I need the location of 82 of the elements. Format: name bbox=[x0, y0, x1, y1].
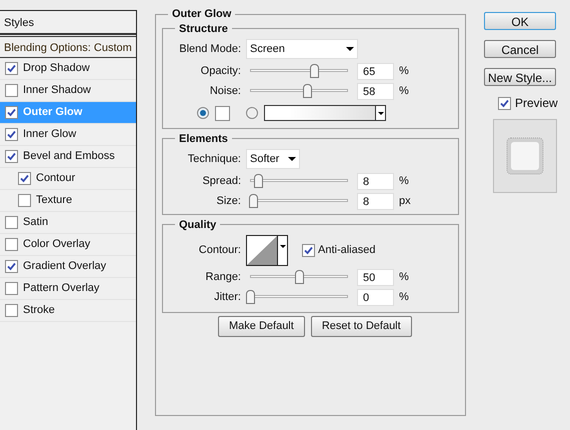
style-list-item[interactable]: Bevel and Emboss bbox=[0, 146, 136, 168]
slider-label: Noise: bbox=[208, 84, 242, 99]
checkbox[interactable] bbox=[5, 260, 18, 273]
value-field[interactable]: 8 bbox=[357, 172, 394, 190]
slider-label: Range: bbox=[204, 270, 242, 285]
field-label: Blend Mode: bbox=[178, 42, 242, 57]
slider-thumb[interactable] bbox=[310, 64, 319, 78]
blending-options-item[interactable]: Blending Options: Custom bbox=[0, 36, 136, 58]
checkbox[interactable] bbox=[18, 194, 31, 207]
style-list-item[interactable]: Contour bbox=[0, 168, 136, 190]
style-list-item[interactable]: Drop Shadow bbox=[0, 58, 136, 80]
slider-label: Jitter: bbox=[213, 290, 242, 305]
style-list-item[interactable]: Inner Glow bbox=[0, 124, 136, 146]
caret-icon bbox=[346, 47, 354, 51]
contour-picker[interactable] bbox=[246, 234, 288, 266]
checkbox-label: Anti-aliased bbox=[318, 242, 376, 258]
checkbox[interactable] bbox=[5, 282, 18, 295]
unit-label: % bbox=[399, 270, 409, 285]
unit-label: % bbox=[399, 84, 409, 99]
radio-button[interactable] bbox=[246, 107, 258, 119]
checkbox[interactable] bbox=[5, 216, 18, 229]
slider-thumb[interactable] bbox=[246, 290, 255, 304]
slider-thumb[interactable] bbox=[254, 174, 263, 188]
checkbox[interactable] bbox=[5, 238, 18, 251]
dialog-button[interactable]: Cancel bbox=[484, 40, 556, 58]
unit-label: % bbox=[399, 290, 409, 305]
dialog-button[interactable]: Reset to Default bbox=[310, 316, 412, 336]
dropdown[interactable]: Screen bbox=[246, 39, 358, 59]
checkbox[interactable] bbox=[5, 304, 18, 317]
dialog-button[interactable]: OK bbox=[484, 12, 556, 30]
contour-curve-icon bbox=[247, 236, 277, 264]
caret-icon bbox=[288, 157, 296, 161]
style-list-item[interactable]: Pattern Overlay bbox=[0, 278, 136, 300]
slider-label: Opacity: bbox=[200, 64, 242, 79]
group-title: Structure bbox=[178, 22, 229, 36]
value-field[interactable]: 58 bbox=[357, 82, 394, 100]
field-label: Technique: bbox=[186, 152, 242, 167]
style-list-item[interactable]: Gradient Overlay bbox=[0, 256, 136, 278]
color-swatch[interactable] bbox=[215, 106, 230, 120]
checkbox[interactable] bbox=[498, 96, 511, 110]
slider-label: Size: bbox=[216, 194, 242, 209]
slider-thumb[interactable] bbox=[295, 270, 304, 284]
checkbox[interactable] bbox=[5, 128, 18, 141]
style-list-item[interactable]: Color Overlay bbox=[0, 234, 136, 256]
field-label: Contour: bbox=[198, 242, 242, 258]
unit-label: px bbox=[399, 194, 411, 209]
dialog-button[interactable]: Make Default bbox=[218, 316, 305, 336]
value-field[interactable]: 0 bbox=[357, 288, 394, 306]
caret-icon bbox=[378, 112, 384, 114]
slider[interactable] bbox=[250, 270, 348, 284]
group-title: Outer Glow bbox=[171, 7, 232, 22]
unit-label: % bbox=[399, 64, 409, 79]
radio-button[interactable] bbox=[197, 107, 209, 119]
slider[interactable] bbox=[250, 84, 348, 98]
value-field[interactable]: 50 bbox=[357, 268, 394, 286]
dialog-button[interactable]: New Style... bbox=[484, 68, 556, 86]
group-title: Elements bbox=[178, 132, 229, 146]
slider-thumb[interactable] bbox=[248, 194, 258, 208]
caret-icon bbox=[280, 244, 286, 248]
checkbox[interactable] bbox=[18, 172, 31, 185]
checkbox[interactable] bbox=[5, 150, 18, 163]
group-title: Quality bbox=[178, 218, 218, 232]
slider[interactable] bbox=[250, 174, 348, 188]
panel-title: Styles bbox=[0, 11, 136, 35]
value-field[interactable]: 8 bbox=[357, 192, 394, 210]
unit-label: % bbox=[399, 174, 409, 189]
style-list-item[interactable]: Texture bbox=[0, 190, 136, 212]
slider[interactable] bbox=[250, 194, 348, 208]
slider-label: Spread: bbox=[201, 174, 242, 189]
dropdown[interactable]: Softer bbox=[246, 149, 300, 169]
value-field[interactable]: 65 bbox=[357, 62, 394, 80]
checkbox[interactable] bbox=[5, 62, 18, 75]
glow-square-icon bbox=[506, 137, 544, 175]
slider[interactable] bbox=[250, 64, 348, 78]
slider-thumb[interactable] bbox=[302, 84, 312, 98]
checkbox[interactable] bbox=[302, 244, 315, 256]
checkbox-label: Preview bbox=[515, 95, 558, 112]
style-list-item[interactable]: Satin bbox=[0, 212, 136, 234]
checkbox[interactable] bbox=[5, 84, 18, 97]
gradient-picker[interactable] bbox=[264, 105, 386, 121]
checkbox[interactable] bbox=[5, 106, 18, 119]
style-list-item[interactable]: Stroke bbox=[0, 300, 136, 322]
